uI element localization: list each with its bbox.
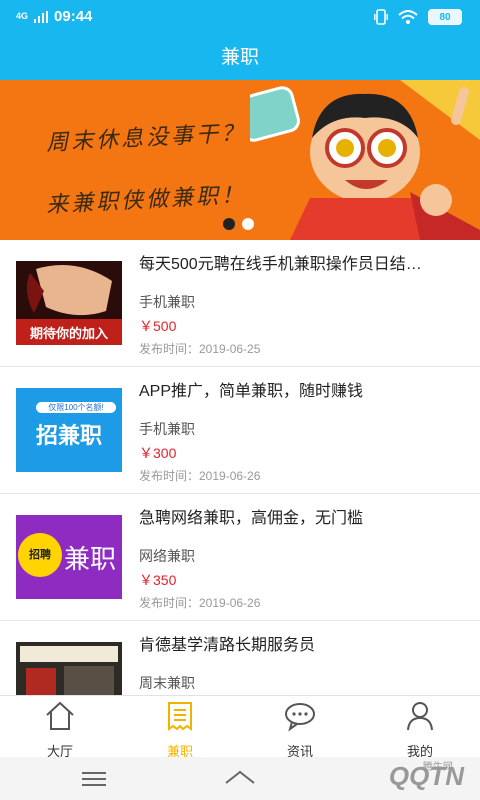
home-nav-icon[interactable] [224,769,256,787]
job-category: 网络兼职 [139,548,195,564]
signal-icon: 4G [16,11,29,21]
job-list-item[interactable]: 期待你的加入 每天500元聘在线手机兼职操作员日结… 手机兼职 ￥500 发布时… [0,240,480,367]
bottom-tab-bar: 大厅 兼职 资讯 我的 [0,695,480,759]
job-thumbnail: 招聘 兼职 [16,515,122,599]
job-thumbnail-caption: 期待你的加入 [29,326,108,341]
job-thumbnail: 仅限100个名额! 招兼职 [16,388,122,472]
banner-cartoon-hero [250,80,480,240]
battery-icon: 80 [428,9,462,25]
job-list-item[interactable]: 招聘 兼职 急聘网络兼职，高佣金，无门槛 网络兼职 ￥350 发布时间：2019… [0,494,480,621]
home-icon [46,701,74,730]
banner-line-2: 来兼职侠做兼职！ [45,182,247,219]
tab-parttime[interactable]: 兼职 [140,700,220,759]
job-date: 发布时间：2019-06-26 [139,469,261,483]
job-title: 急聘网络兼职，高佣金，无门槛 [139,510,364,527]
signal-bars-icon [34,10,49,23]
job-thumbnail: 期待你的加入 [16,261,122,345]
job-category: 手机兼职 [139,294,195,310]
job-title: APP推广，简单兼职，随时赚钱 [139,383,364,400]
page-title: 兼职 [220,47,259,68]
job-price: ￥350 [139,572,177,588]
user-icon [407,702,433,731]
job-title: 肯德基学清路长期服务员 [139,637,316,654]
job-category: 手机兼职 [139,421,195,437]
system-nav-bar: QQTN 腾牛网 [0,757,480,800]
job-title: 每天500元聘在线手机兼职操作员日结… [139,256,422,273]
job-list-item[interactable]: 仅限100个名额! 招兼职 APP推广，简单兼职，随时赚钱 手机兼职 ￥300 … [0,367,480,494]
job-thumbnail [16,642,122,695]
tab-hall[interactable]: 大厅 [20,700,100,759]
banner-line-1: 周末休息没事干？ [45,120,247,157]
watermark: QQTN 腾牛网 [389,761,464,792]
tab-news[interactable]: 资讯 [260,700,340,759]
watermark-sub: 腾牛网 [422,762,453,773]
job-date: 发布时间：2019-06-26 [139,596,261,610]
status-time: 09:44 [54,8,93,25]
job-list: 期待你的加入 每天500元聘在线手机兼职操作员日结… 手机兼职 ￥500 发布时… [0,240,480,695]
job-thumbnail-caption: 兼职 [64,544,117,574]
banner-dot[interactable] [242,218,254,230]
job-list-item[interactable]: 肯德基学清路长期服务员 周末兼职 [0,621,480,695]
job-date: 发布时间：2019-06-25 [139,342,261,356]
job-thumbnail-badge: 招聘 [29,549,51,561]
job-category: 周末兼职 [139,675,195,691]
chat-icon [285,703,315,732]
tab-mine[interactable]: 我的 [380,700,460,759]
job-price: ￥300 [139,445,177,461]
menu-icon[interactable] [82,771,106,787]
promo-banner[interactable]: 周末休息没事干？ 来兼职侠做兼职！ [0,80,480,240]
banner-dot-active[interactable] [223,218,235,230]
banner-pagination [223,218,254,230]
job-price: ￥500 [139,318,177,334]
wifi-icon [398,10,418,24]
job-thumbnail-subcaption: 仅限100个名额! [36,402,116,413]
job-thumbnail-caption: 招兼职 [35,423,102,448]
vibrate-icon [374,9,388,25]
status-bar: 4G 09:44 80 [0,0,480,34]
receipt-icon [168,702,192,731]
app-header: 4G 09:44 80 兼职 [0,0,480,80]
